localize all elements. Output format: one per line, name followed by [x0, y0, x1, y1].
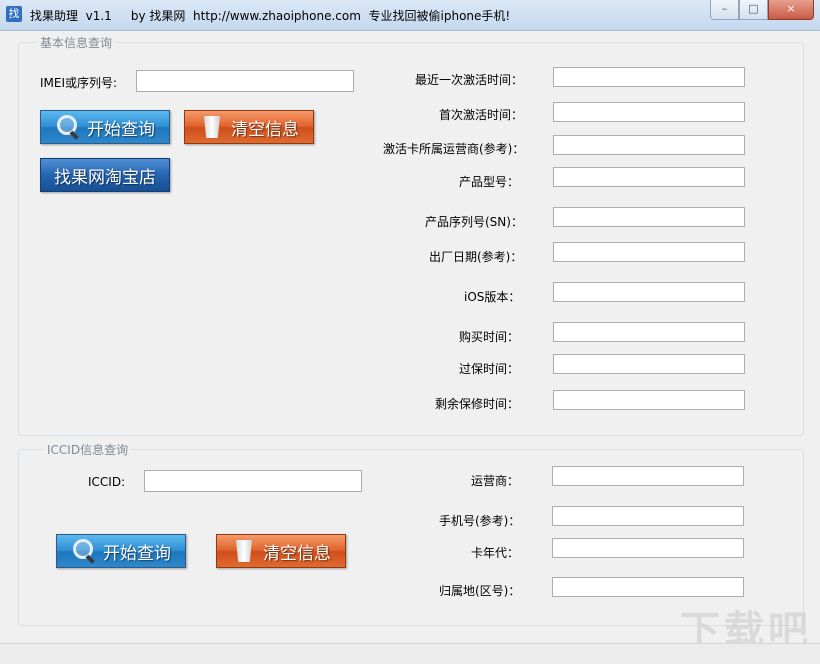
field-label: 购买时间：	[459, 330, 520, 344]
card-era-field[interactable]	[552, 538, 744, 558]
basic-clear-label: 清空信息	[231, 119, 299, 140]
field-label: 出厂日期(参考)：	[429, 250, 523, 264]
title-bar: 找 找果助理 v1.1 by 找果网 http://www.zhaoiphone…	[0, 0, 820, 31]
iccid-clear-button[interactable]: 清空信息	[216, 534, 346, 568]
serial-number-field[interactable]	[553, 207, 745, 227]
product-model-field[interactable]	[553, 167, 745, 187]
field-label: 卡年代：	[471, 546, 520, 560]
iccid-search-button[interactable]: 开始查询	[56, 534, 186, 568]
maximize-button[interactable]: □	[739, 0, 768, 20]
field-label: 首次激活时间：	[439, 108, 524, 122]
iccid-label: ICCID:	[88, 475, 126, 489]
status-bar	[0, 643, 820, 664]
field-label: iOS版本：	[464, 290, 521, 304]
phone-number-field[interactable]	[552, 506, 744, 526]
iccid-info-legend: ICCID信息查询	[44, 441, 132, 458]
imei-input[interactable]	[136, 70, 354, 92]
search-icon	[55, 114, 81, 140]
field-label: 手机号(参考)：	[439, 514, 521, 528]
field-label: 产品序列号(SN)：	[425, 215, 523, 229]
field-label: 产品型号：	[459, 175, 520, 189]
trash-cup-icon	[231, 538, 257, 564]
shop-button[interactable]: 找果网淘宝店	[40, 158, 170, 192]
first-activation-field[interactable]	[553, 102, 745, 122]
field-label: 归属地(区号)：	[439, 584, 521, 598]
search-icon	[71, 538, 97, 564]
basic-search-button[interactable]: 开始查询	[40, 110, 170, 144]
basic-search-label: 开始查询	[87, 119, 155, 140]
iccid-clear-label: 清空信息	[263, 543, 331, 564]
field-label: 运营商：	[471, 474, 520, 488]
last-activation-field[interactable]	[553, 67, 745, 87]
shop-label: 找果网淘宝店	[54, 167, 156, 188]
basic-clear-button[interactable]: 清空信息	[184, 110, 314, 144]
field-label: 激活卡所属运营商(参考)：	[383, 142, 525, 156]
trash-cup-icon	[199, 114, 225, 140]
warranty-remaining-field[interactable]	[553, 390, 745, 410]
field-label: 最近一次激活时间：	[415, 73, 524, 87]
basic-info-legend: 基本信息查询	[37, 34, 116, 51]
app-icon: 找	[6, 6, 22, 22]
imei-label: IMEI或序列号:	[40, 76, 118, 90]
warranty-expiry-field[interactable]	[553, 354, 745, 374]
iccid-carrier-field[interactable]	[552, 466, 744, 486]
manufacture-date-field[interactable]	[553, 242, 745, 262]
region-code-field[interactable]	[552, 577, 744, 597]
iccid-input[interactable]	[144, 470, 362, 492]
minimize-button[interactable]: –	[710, 0, 739, 20]
carrier-ref-field[interactable]	[553, 135, 745, 155]
close-button[interactable]: ×	[768, 0, 814, 20]
field-label: 过保时间：	[459, 362, 520, 376]
ios-version-field[interactable]	[553, 282, 745, 302]
window-controls: – □ ×	[710, 0, 814, 20]
field-label: 剩余保修时间：	[435, 397, 520, 411]
iccid-search-label: 开始查询	[103, 543, 171, 564]
purchase-date-field[interactable]	[553, 322, 745, 342]
window-title: 找果助理 v1.1 by 找果网 http://www.zhaoiphone.c…	[30, 9, 511, 23]
